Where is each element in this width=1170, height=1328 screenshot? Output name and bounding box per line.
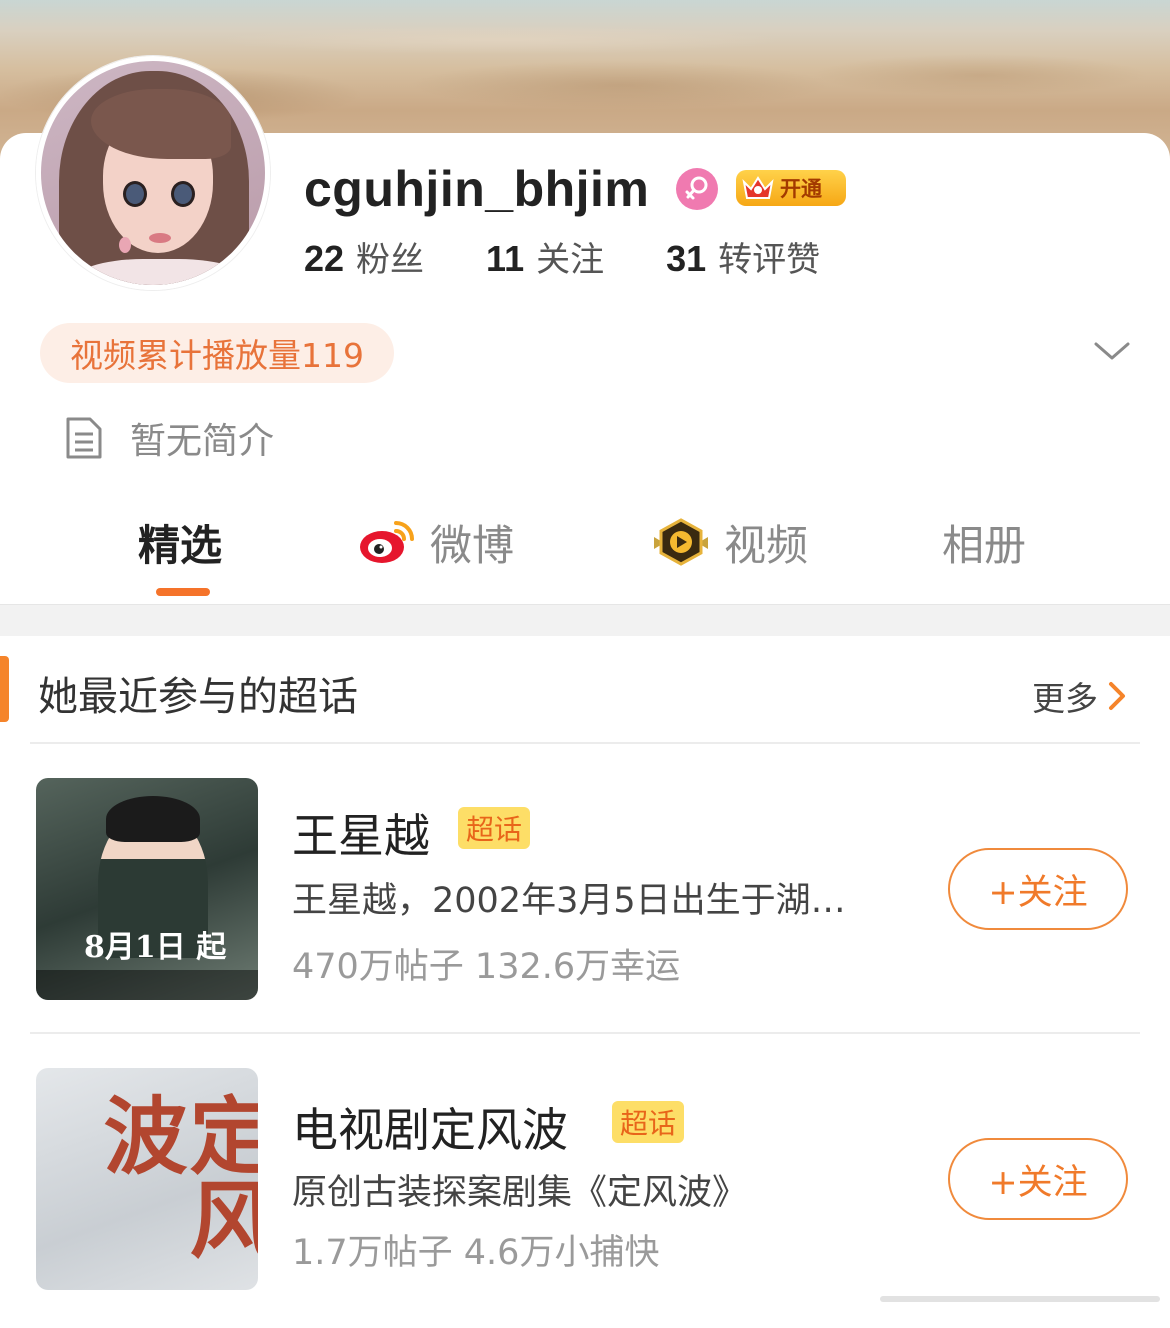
stat-followers[interactable]: 22 粉丝 [304,232,424,281]
document-icon [66,417,102,459]
video-play-icon [654,518,708,566]
cover-caption: 8月1日 起 [84,930,227,965]
tab-label: 视频 [724,520,809,570]
female-gender-icon [676,168,718,210]
tab-video[interactable]: 视频 [652,512,808,572]
stat-label: 粉丝 [356,240,425,280]
stat-following[interactable]: 11 关注 [486,232,604,281]
topic-title: 电视剧定风波 [292,1103,568,1157]
active-tab-indicator [156,588,210,596]
section-divider [0,604,1170,636]
badge-label: 超话 [466,813,523,846]
profile-tabs: 精选 微博 视频 相册 [0,500,1170,604]
topic-description: 王星越，2002年3月5日出生于湖… [292,881,846,921]
stat-number: 11 [486,238,525,279]
follow-button[interactable]: +关注 [948,848,1128,930]
section-accent-bar [0,656,9,722]
badge-label: 超话 [620,1107,677,1140]
divider-line [30,1032,1140,1034]
avatar[interactable] [36,56,270,290]
super-topic-badge: 超话 [458,807,531,849]
bio-row: 暂无简介 [64,412,274,464]
tab-label: 微博 [430,520,515,570]
vip-open-badge[interactable]: 开通 [736,170,846,206]
topic-stats: 1.7万帖子 4.6万小捕快 [292,1233,660,1273]
home-indicator [880,1296,1160,1302]
tab-weibo[interactable]: 微博 [358,512,514,572]
crown-icon [736,170,780,206]
topic-cover-image: 8月1日 起 [36,778,258,1000]
weibo-logo-icon [360,521,414,563]
section-title: 她最近参与的超话 [38,674,358,720]
cover-calligraphy: 定风波 [90,1092,258,1260]
username: cguhjin_bhjim [304,161,650,217]
profile-stats: 22 粉丝 11 关注 31 转评赞 [304,232,882,282]
vip-open-label: 开通 [780,177,822,201]
stat-interactions[interactable]: 31 转评赞 [666,232,820,281]
chevron-down-icon[interactable] [1092,336,1132,366]
video-play-count-text: 视频累计播放量119 [70,336,364,375]
bio-text: 暂无简介 [130,421,275,462]
stat-number: 22 [304,238,345,279]
tab-label: 相册 [942,520,1027,570]
tab-album[interactable]: 相册 [942,512,1026,572]
more-label: 更多 [1032,679,1098,718]
follow-button[interactable]: +关注 [948,1138,1128,1220]
topic-description: 原创古装探案剧集《定风波》 [292,1173,748,1213]
follow-label: +关注 [988,1162,1088,1203]
stat-label: 转评赞 [718,240,821,280]
super-topic-badge: 超话 [612,1101,685,1143]
follow-label: +关注 [988,872,1088,913]
video-play-count-pill[interactable]: 视频累计播放量119 [40,323,394,383]
stat-label: 关注 [536,240,605,280]
super-topic-item[interactable]: 定风波 电视剧定风波 超话 原创古装探案剧集《定风波》 1.7万帖子 4.6万小… [0,1066,1170,1296]
stat-number: 31 [666,238,707,279]
topic-cover-image: 定风波 [36,1068,258,1290]
topic-stats: 470万帖子 132.6万幸运 [292,947,681,987]
more-link[interactable]: 更多 [1032,672,1128,720]
tab-label: 精选 [138,520,223,570]
chevron-right-icon [1109,682,1125,710]
super-topic-item[interactable]: 8月1日 起 王星越 超话 王星越，2002年3月5日出生于湖… 470万帖子 … [0,776,1170,1006]
topic-title: 王星越 [292,809,430,863]
tab-featured[interactable]: 精选 [138,512,222,572]
divider-line [30,742,1140,744]
